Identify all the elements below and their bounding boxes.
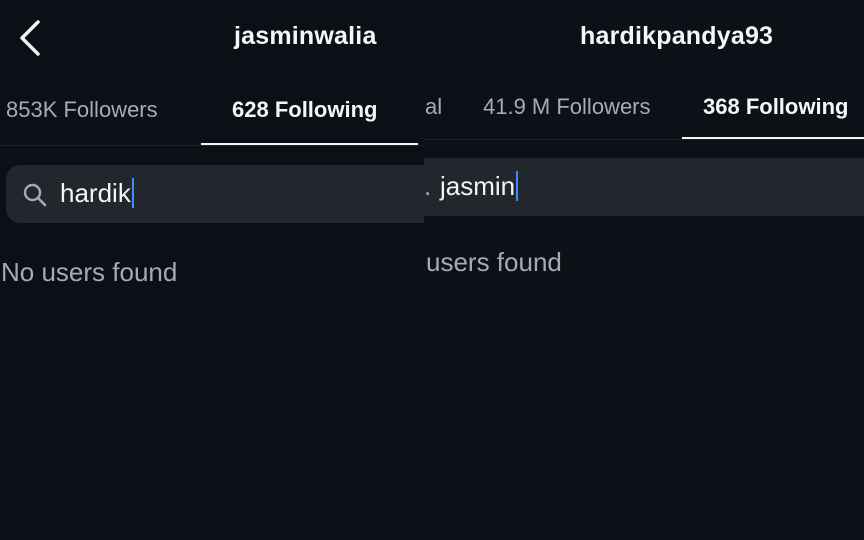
tab-following[interactable]: 368 Following — [703, 94, 848, 120]
tabs-divider — [424, 139, 864, 140]
empty-results-message: No users found — [1, 257, 178, 287]
search-icon-clipped: . — [424, 171, 432, 201]
profile-username: jasminwalia — [234, 22, 377, 50]
chevron-left-icon[interactable] — [18, 20, 44, 56]
search-icon — [23, 183, 47, 207]
left-profile-panel: jasminwalia 853K Followers 628 Following… — [0, 0, 424, 540]
search-field[interactable]: hardik — [6, 165, 424, 223]
search-field[interactable]: . jasmin — [424, 158, 864, 216]
search-input[interactable]: hardik — [60, 178, 134, 209]
tab-following[interactable]: 628 Following — [232, 97, 377, 123]
tab-followers[interactable]: 853K Followers — [6, 97, 158, 123]
tab-followers[interactable]: 41.9 M Followers — [483, 94, 651, 120]
profile-username: hardikpandya93 — [580, 22, 774, 50]
right-profile-panel: hardikpandya93 al 41.9 M Followers 368 F… — [424, 0, 864, 540]
tabs-divider — [0, 145, 424, 146]
search-input-value: hardik — [60, 178, 131, 208]
search-input[interactable]: jasmin — [440, 171, 519, 202]
split-screenshot: jasminwalia 853K Followers 628 Following… — [0, 0, 864, 540]
tab-clipped[interactable]: al — [425, 94, 442, 120]
search-input-value: jasmin — [440, 171, 516, 201]
empty-results-message: users found — [426, 247, 562, 277]
text-caret — [516, 171, 519, 201]
text-caret — [131, 178, 134, 208]
